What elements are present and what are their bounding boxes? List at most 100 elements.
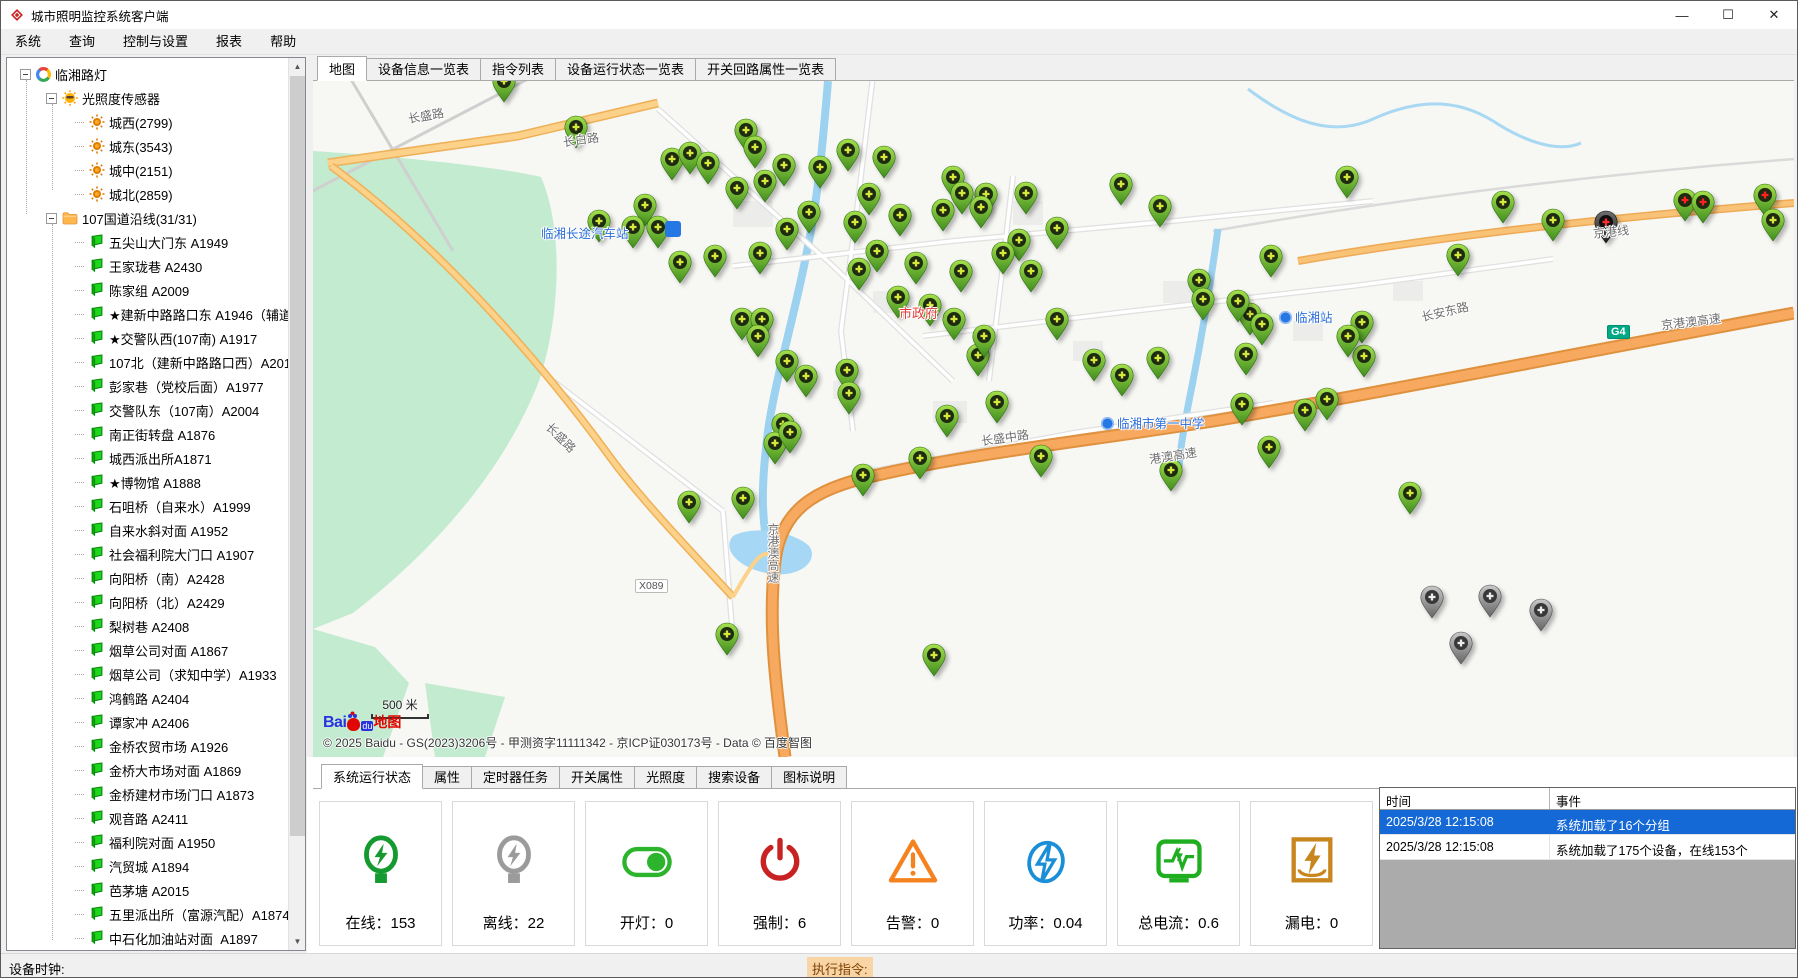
column-event[interactable]: 事件: [1550, 788, 1795, 809]
menu-item[interactable]: 控制与设置: [109, 29, 202, 55]
panel-tab[interactable]: 属性: [422, 766, 472, 788]
map-pin[interactable]: [1146, 346, 1170, 380]
map-pin[interactable]: [872, 145, 896, 179]
tree-device-item[interactable]: 社会福利院大门口 A1907: [7, 542, 288, 566]
scroll-thumb[interactable]: [290, 76, 305, 836]
map-pin[interactable]: [1234, 342, 1258, 376]
event-log-row[interactable]: 2025/3/28 12:15:08 系统加载了16个分组: [1380, 810, 1795, 835]
map-pin[interactable]: [1110, 363, 1134, 397]
panel-tab[interactable]: 开关属性: [559, 766, 635, 788]
map-pin[interactable]: [1293, 398, 1317, 432]
map-pin[interactable]: [703, 244, 727, 278]
tree-device-item[interactable]: 彭家巷（党校后面）A1977: [7, 374, 288, 398]
map-pin[interactable]: [1191, 287, 1215, 321]
tree-device-item[interactable]: 梨树巷 A2408: [7, 614, 288, 638]
tree-device-item[interactable]: 向阳桥（南）A2428: [7, 566, 288, 590]
map-pin[interactable]: [1761, 208, 1785, 242]
map-pin[interactable]: [836, 138, 860, 172]
map-pin[interactable]: [969, 195, 993, 229]
tree-device-item[interactable]: 107北（建新中路路口西）A2014: [7, 350, 288, 374]
tree-device-item[interactable]: 中石化加油站对面 A1897: [7, 926, 288, 950]
tree-device-item[interactable]: 五里派出所（富源汽配）A1874: [7, 902, 288, 926]
tree-device-item[interactable]: ★交警队西(107南) A1917: [7, 326, 288, 350]
panel-tab[interactable]: 光照度: [634, 766, 697, 788]
view-tab[interactable]: 设备信息一览表: [366, 58, 481, 80]
tree-device-item[interactable]: 烟草公司（求知中学）A1933: [7, 662, 288, 686]
map-pin[interactable]: [1226, 289, 1250, 323]
map-pin[interactable]: [794, 364, 818, 398]
map-pin[interactable]: [851, 463, 875, 497]
map-pin[interactable]: [743, 135, 767, 169]
map-pin[interactable]: [1315, 387, 1339, 421]
map-pin[interactable]: [942, 307, 966, 341]
map-pin[interactable]: [1478, 584, 1502, 618]
tree-device-item[interactable]: 石咀桥（自来水）A1999: [7, 494, 288, 518]
tree-device-item[interactable]: 交警队东（107南）A2004: [7, 398, 288, 422]
collapse-expander[interactable]: [20, 69, 31, 80]
map-pin[interactable]: [972, 324, 996, 358]
view-tab[interactable]: 开关回路属性一览表: [695, 58, 836, 80]
map-pin[interactable]: [1446, 243, 1470, 277]
map-pin[interactable]: [1529, 598, 1553, 632]
map-pin[interactable]: [837, 381, 861, 415]
maximize-button[interactable]: ☐: [1705, 1, 1751, 29]
map-pin[interactable]: [931, 198, 955, 232]
tree-device-item[interactable]: 观音路 A2411: [7, 806, 288, 830]
menu-item[interactable]: 报表: [202, 29, 256, 55]
scroll-up-icon[interactable]: ▲: [289, 58, 306, 75]
map-pin[interactable]: [775, 217, 799, 251]
view-tab[interactable]: 地图: [317, 56, 367, 81]
map-pin[interactable]: [1257, 435, 1281, 469]
tree-sensor-group[interactable]: 光照度传感器: [7, 86, 288, 110]
map-pin[interactable]: [715, 622, 739, 656]
collapse-expander[interactable]: [46, 93, 57, 104]
tree-device-item[interactable]: 金桥建材市场门口 A1873: [7, 782, 288, 806]
map-pin[interactable]: [1109, 172, 1133, 206]
tree-device-item[interactable]: ★建新中路路口东 A1946（辅道灯）: [7, 302, 288, 326]
map-pin[interactable]: [935, 404, 959, 438]
panel-tab[interactable]: 系统运行状态: [321, 764, 423, 789]
map-pin[interactable]: [922, 643, 946, 677]
tree-device-item[interactable]: 福利院对面 A1950: [7, 830, 288, 854]
tree-sensor-item[interactable]: 城东(3543): [7, 134, 288, 158]
map-pin[interactable]: [1045, 216, 1069, 250]
tree-device-item[interactable]: 鸿鹤路 A2404: [7, 686, 288, 710]
event-log-row[interactable]: 2025/3/28 12:15:08 系统加载了175个设备，在线153个: [1380, 835, 1795, 860]
map-pin[interactable]: [843, 210, 867, 244]
menu-item[interactable]: 系统: [1, 29, 55, 55]
panel-tab[interactable]: 图标说明: [771, 766, 847, 788]
map-canvas[interactable]: 长盛路长白路临湘长途汽车站市政府临湘站临湘市第一中学长安东路京港线京港澳高速长盛…: [313, 81, 1794, 757]
tree-device-item[interactable]: 陈家组 A2009: [7, 278, 288, 302]
map-pin[interactable]: [985, 390, 1009, 424]
tree-device-item[interactable]: 金桥大市场对面 A1869: [7, 758, 288, 782]
map-pin[interactable]: [949, 259, 973, 293]
scroll-down-icon[interactable]: ▼: [289, 933, 306, 950]
tree-device-item[interactable]: 五尖山大门东 A1949: [7, 230, 288, 254]
map-pin[interactable]: [1082, 348, 1106, 382]
map-pin[interactable]: [1491, 190, 1515, 224]
tree-root[interactable]: 临湘路灯: [7, 62, 288, 86]
map-pin[interactable]: [746, 324, 770, 358]
map-pin[interactable]: [725, 176, 749, 210]
tree-device-item[interactable]: 城西派出所A1871: [7, 446, 288, 470]
tree-scrollbar[interactable]: ▲ ▼: [288, 58, 305, 950]
map-pin[interactable]: [991, 241, 1015, 275]
tree-device-item[interactable]: 自来水斜对面 A1952: [7, 518, 288, 542]
tree-device-item[interactable]: ★博物馆 A1888: [7, 470, 288, 494]
collapse-expander[interactable]: [46, 213, 57, 224]
map-pin[interactable]: [865, 239, 889, 273]
view-tab[interactable]: 设备运行状态一览表: [555, 58, 696, 80]
map-pin[interactable]: [677, 490, 701, 524]
map-pin[interactable]: [908, 446, 932, 480]
map-pin[interactable]: [1029, 444, 1053, 478]
tree-device-item[interactable]: 芭茅塘 A2015: [7, 878, 288, 902]
map-pin[interactable]: [778, 420, 802, 454]
tree-sensor-item[interactable]: 城北(2859): [7, 182, 288, 206]
map-pin[interactable]: [1250, 312, 1274, 346]
tree-device-item[interactable]: 谭家冲 A2406: [7, 710, 288, 734]
map-pin[interactable]: [1259, 244, 1283, 278]
tree-sensor-item[interactable]: 城西(2799): [7, 110, 288, 134]
map-pin[interactable]: [1691, 190, 1715, 224]
panel-tab[interactable]: 搜索设备: [696, 766, 772, 788]
tree-device-item[interactable]: 向阳桥（北）A2429: [7, 590, 288, 614]
